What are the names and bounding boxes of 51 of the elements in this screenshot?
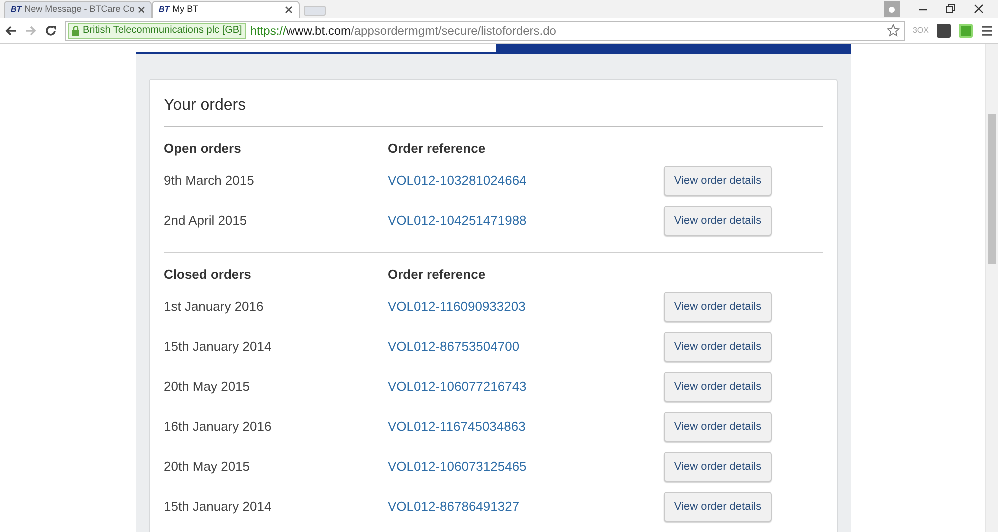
lock-icon (72, 26, 80, 36)
view-order-details-button[interactable]: View order details (664, 492, 772, 522)
column-heading: Order reference (388, 266, 486, 284)
view-order-details-button[interactable]: View order details (664, 372, 772, 402)
order-reference-link[interactable]: VOL012-104251471988 (388, 211, 664, 231)
order-reference-link[interactable]: VOL012-106073125465 (388, 457, 664, 477)
view-order-details-button[interactable]: View order details (664, 452, 772, 482)
view-order-details-button[interactable]: View order details (664, 206, 772, 236)
view-order-details-button[interactable]: View order details (664, 332, 772, 362)
tab-title: New Message - BTCare Co (24, 3, 135, 16)
section-heading: Closed orders (164, 266, 252, 284)
close-icon[interactable] (974, 4, 984, 14)
orders-title: Your orders (164, 80, 823, 127)
tab-logo: BT (159, 4, 170, 16)
reload-icon[interactable] (45, 24, 57, 36)
order-date: 16th January 2016 (164, 418, 273, 436)
order-date: 20th May 2015 (164, 458, 252, 476)
view-order-details-button[interactable]: View order details (664, 412, 772, 442)
address-bar[interactable]: British Telecommunications plc [GB] https://www.bt.com/appsordermgmt/secure/listoforders.do (65, 20, 905, 40)
restore-icon[interactable] (946, 4, 956, 14)
view-order-details-button[interactable]: View order details (664, 166, 772, 196)
order-reference-link[interactable]: VOL012-86786491327 (388, 497, 664, 517)
scrollbar-thumb[interactable] (988, 114, 996, 264)
tab-logo: BT (11, 4, 22, 16)
order-date: 15th January 2014 (164, 498, 273, 516)
browser-tab[interactable]: BT New Message - BTCare Co (4, 1, 152, 18)
close-icon[interactable] (285, 6, 293, 14)
order-reference-link[interactable]: VOL012-106077216743 (388, 377, 664, 397)
order-date: 9th March 2015 (164, 172, 256, 190)
order-reference-link[interactable]: VOL012-103281024664 (388, 171, 664, 191)
back-arrow-icon[interactable] (5, 24, 17, 36)
menu-icon[interactable] (981, 24, 993, 36)
security-label: British Telecommunications plc [GB] (83, 24, 242, 38)
order-reference-link[interactable]: VOL012-116090933203 (388, 297, 664, 317)
order-date: 20th May 2015 (164, 378, 252, 396)
browser-tab[interactable]: BT My BT (152, 1, 300, 18)
order-reference-link[interactable]: VOL012-86753504700 (388, 337, 664, 357)
tab-title: My BT (172, 3, 200, 16)
star-icon[interactable] (886, 24, 900, 37)
column-heading: Order reference (388, 140, 486, 158)
section-heading: Open orders (164, 140, 242, 158)
order-date: 15th January 2014 (164, 338, 273, 356)
order-date: 2nd April 2015 (164, 212, 248, 230)
close-icon[interactable] (138, 6, 145, 14)
security-badge[interactable]: British Telecommunications plc [GB] (68, 22, 246, 38)
extension-icon[interactable] (959, 24, 973, 38)
order-date: 1st January 2016 (164, 298, 265, 316)
scrollbar[interactable] (985, 44, 998, 532)
order-reference-link[interactable]: VOL012-116745034863 (388, 417, 664, 437)
view-order-details-button[interactable]: View order details (664, 292, 772, 322)
url-text[interactable]: https://www.bt.com/appsordermgmt/secure/listoforders.do (250, 22, 556, 40)
